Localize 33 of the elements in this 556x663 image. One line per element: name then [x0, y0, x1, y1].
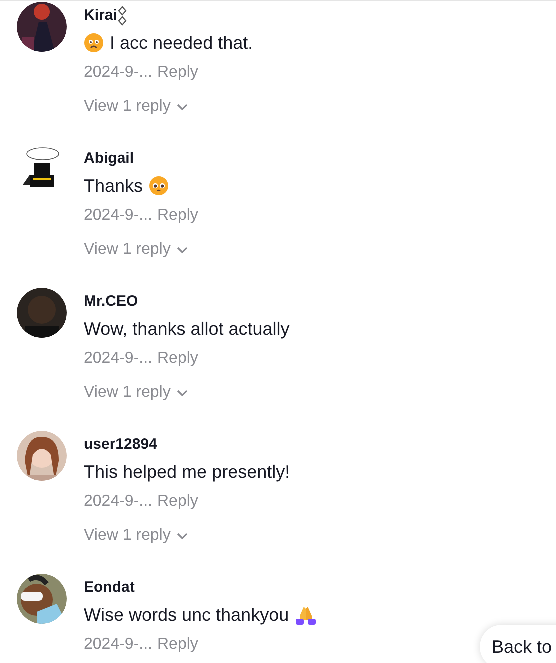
comment-text: I acc needed that.	[110, 32, 254, 54]
comment-date: 2024-9-...	[84, 349, 152, 369]
view-replies-button[interactable]: View 1 reply	[84, 525, 290, 547]
back-to-button[interactable]: Back to	[480, 625, 556, 663]
chevron-down-icon	[176, 246, 188, 254]
author-name[interactable]: Abigail	[84, 149, 134, 169]
reply-button[interactable]: Reply	[157, 633, 198, 657]
reply-button[interactable]: Reply	[157, 490, 198, 514]
reply-button[interactable]: Reply	[157, 61, 198, 85]
comment-text: Wise words unc thankyou	[84, 604, 290, 627]
reply-button[interactable]: Reply	[157, 204, 198, 228]
praying-hands-icon	[295, 605, 318, 625]
comment-date: 2024-9-...	[84, 63, 152, 83]
chevron-down-icon	[176, 104, 188, 110]
chevron-down-icon	[176, 532, 188, 540]
view-replies-button[interactable]: View 1 reply	[84, 239, 198, 261]
comment-date: 2024-9-...	[84, 206, 152, 226]
comment-text: Thanks	[84, 174, 144, 198]
author-name[interactable]: user12894	[84, 435, 158, 455]
comment-date: 2024-9-...	[84, 492, 152, 512]
author-name[interactable]: Eondat	[84, 578, 135, 598]
chain-icon	[118, 6, 128, 26]
comment-text: Wow, thanks allot actually	[84, 318, 290, 341]
comment-date: 2024-9-...	[84, 635, 152, 655]
view-replies-button[interactable]: View 1 reply	[84, 96, 254, 118]
worried-face-icon	[84, 33, 104, 53]
author-name[interactable]: Mr.CEO	[84, 292, 138, 312]
reply-button[interactable]: Reply	[157, 347, 198, 371]
pleading-face-icon	[149, 176, 170, 196]
view-replies-button[interactable]: View 1 reply	[84, 382, 290, 404]
chevron-down-icon	[176, 390, 188, 396]
author-name[interactable]: Kirai	[84, 6, 118, 26]
comment-text: This helped me presently!	[84, 460, 290, 484]
